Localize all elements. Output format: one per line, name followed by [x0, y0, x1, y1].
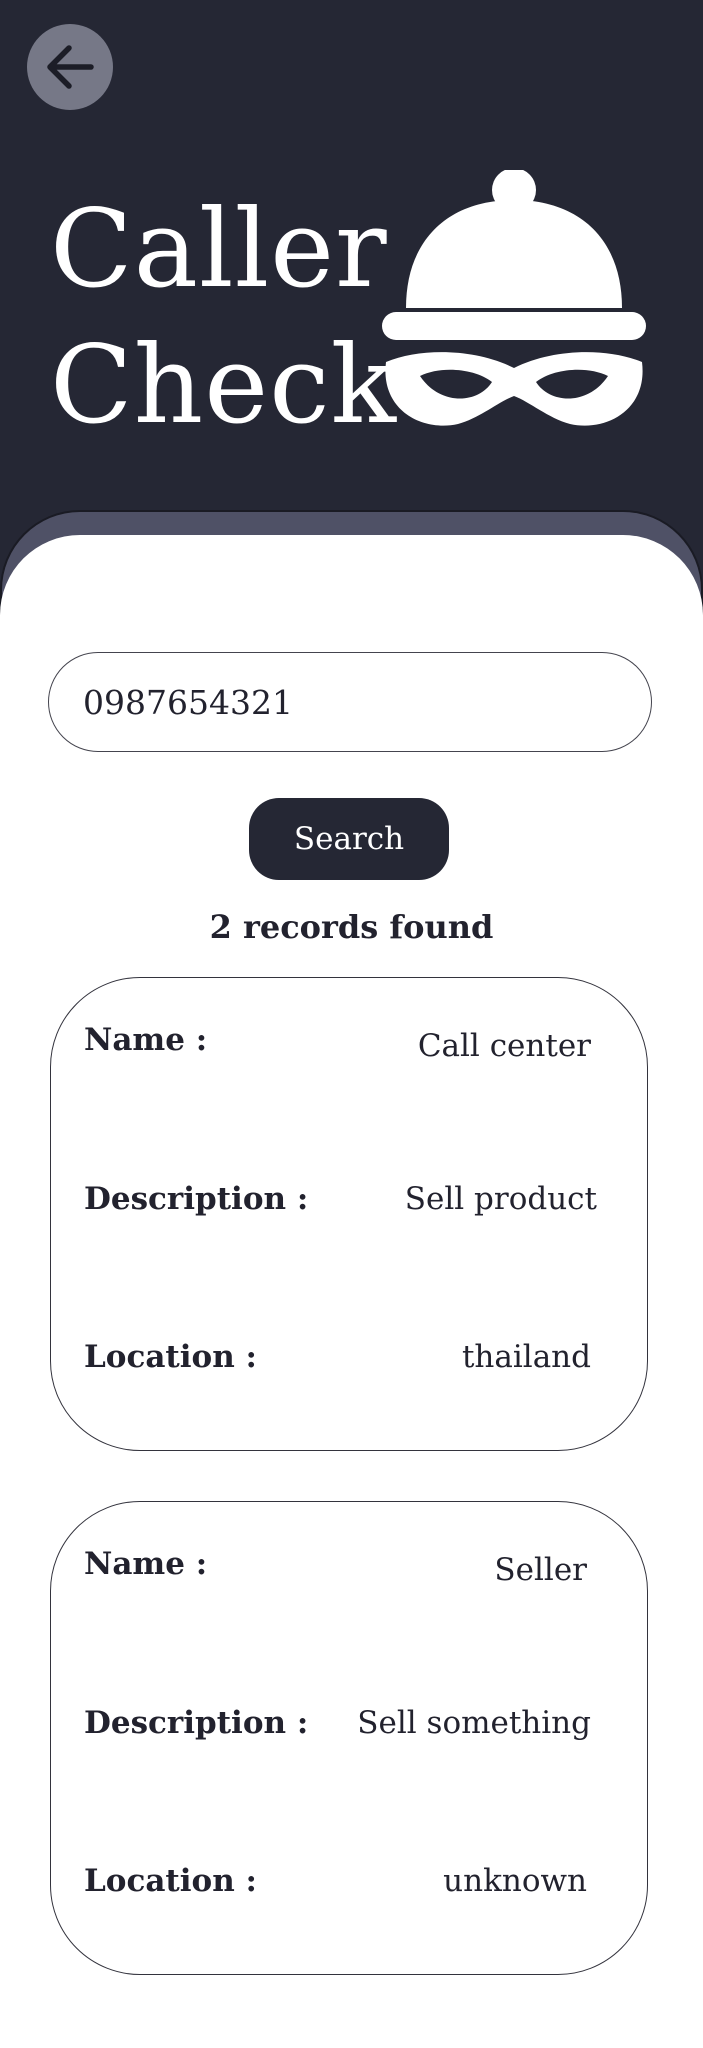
description-label: Description : — [84, 1181, 309, 1217]
back-button[interactable] — [27, 24, 113, 110]
location-value: unknown — [443, 1863, 587, 1899]
name-value: Seller — [494, 1552, 587, 1588]
description-value: Sell product — [404, 1181, 597, 1217]
record-card: Name : Seller Description : Sell somethi… — [50, 1501, 648, 1975]
location-value: thailand — [461, 1339, 591, 1375]
location-label: Location : — [84, 1339, 257, 1375]
name-value: Call center — [417, 1028, 591, 1064]
name-label: Name : — [84, 1022, 208, 1058]
records-count: 2 records found — [209, 908, 494, 946]
phone-search-input[interactable] — [48, 652, 652, 752]
app-title: Caller Check — [50, 182, 397, 454]
record-card: Name : Call center Description : Sell pr… — [50, 977, 648, 1451]
app-title-line-2: Check — [50, 323, 398, 448]
arrow-left-icon — [47, 45, 94, 89]
app-title-line-1: Caller — [50, 187, 388, 312]
bandit-mask-icon — [382, 170, 646, 426]
description-label: Description : — [84, 1705, 309, 1741]
search-button[interactable]: Search — [249, 798, 449, 880]
description-value: Sell something — [357, 1705, 591, 1741]
location-label: Location : — [84, 1863, 257, 1899]
name-label: Name : — [84, 1546, 208, 1582]
